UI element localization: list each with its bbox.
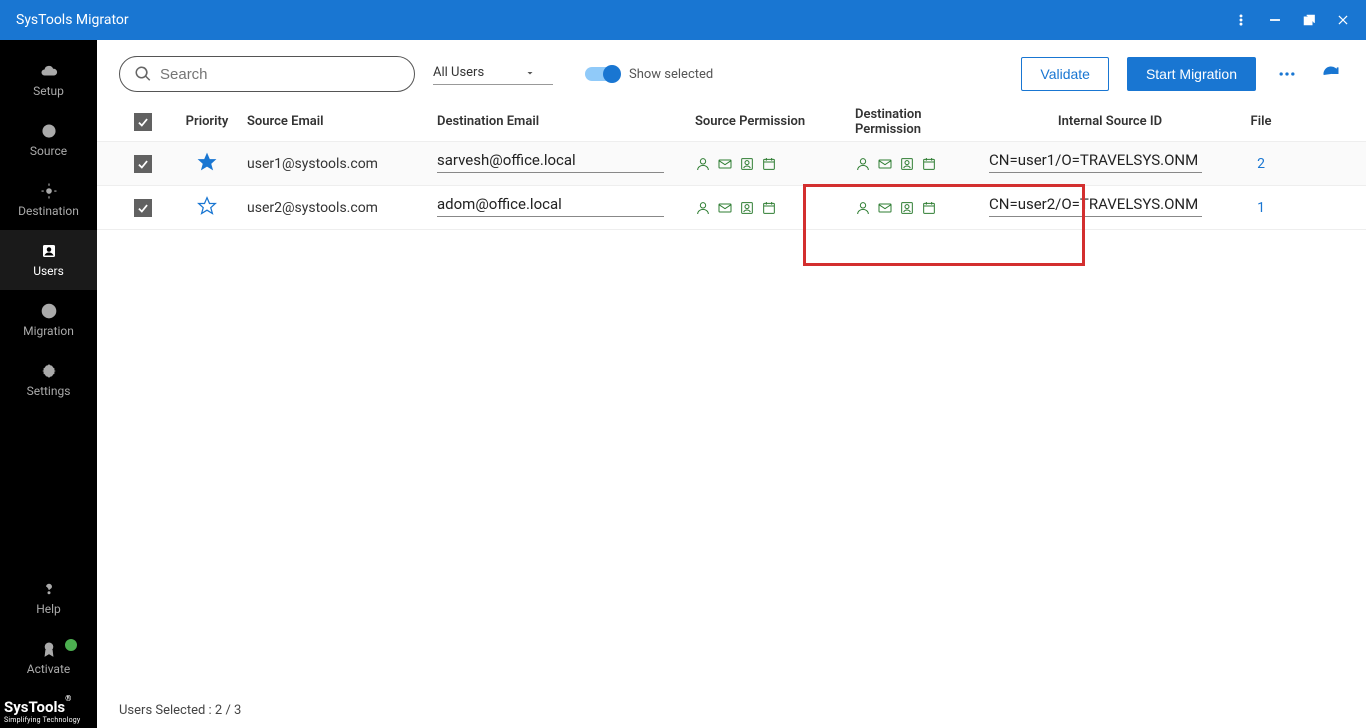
filter-dropdown[interactable]: All Users (433, 63, 553, 85)
permission-icons (695, 200, 777, 216)
sidebar-item-activate[interactable]: Activate (0, 628, 97, 688)
mail-icon (877, 200, 893, 216)
search-input[interactable] (119, 56, 415, 92)
calendar-icon (921, 156, 937, 172)
cell-internal-id[interactable]: CN=user2/O=TRAVELSYS.ONM (989, 195, 1202, 217)
source-icon (40, 122, 58, 140)
cell-source-permission (695, 156, 855, 172)
refresh-button[interactable] (1318, 64, 1344, 84)
dropdown-value: All Users (433, 65, 484, 80)
app-title: SysTools Migrator (16, 12, 1234, 28)
mail-icon (877, 156, 893, 172)
row-checkbox[interactable] (134, 155, 152, 173)
clock-icon (40, 302, 58, 320)
sidebar-item-setup[interactable]: Setup (0, 50, 97, 110)
badge-icon (40, 640, 58, 658)
minimize-icon[interactable] (1268, 13, 1282, 27)
calendar-icon (921, 200, 937, 216)
cell-destination-email[interactable]: adom@office.local (437, 195, 664, 217)
cell-destination-permission (855, 200, 989, 216)
table-header: Priority Source Email Destination Email … (97, 102, 1366, 142)
maximize-icon[interactable] (1302, 13, 1316, 27)
cell-internal-id[interactable]: CN=user1/O=TRAVELSYS.ONM (989, 151, 1202, 173)
select-all-checkbox[interactable] (134, 113, 152, 131)
more-options-button[interactable] (1274, 64, 1300, 84)
col-source-permission-header[interactable]: Source Permission (695, 114, 855, 129)
sidebar-item-label: Migration (23, 324, 74, 338)
sidebar: Setup Source Destination Users Migration… (0, 40, 97, 728)
col-file-header[interactable]: File (1231, 114, 1291, 129)
col-destination-email-header[interactable]: Destination Email (437, 114, 695, 129)
cell-source-email: user2@systools.com (247, 200, 437, 216)
brand-logo: SysTools® Simplifying Technology (0, 688, 97, 728)
person-icon (855, 200, 871, 216)
toolbar: All Users Show selected Validate Start M… (97, 40, 1366, 102)
cell-source-permission (695, 200, 855, 216)
contact-icon (739, 156, 755, 172)
sidebar-item-label: Settings (27, 384, 71, 398)
sidebar-item-label: Users (33, 264, 64, 278)
destination-icon (40, 182, 58, 200)
cell-file-count[interactable]: 1 (1231, 200, 1291, 216)
contact-icon (739, 200, 755, 216)
sidebar-item-help[interactable]: Help (0, 568, 97, 628)
col-priority-header[interactable]: Priority (167, 114, 247, 129)
table-row[interactable]: user2@systools.com adom@office.local CN=… (97, 186, 1366, 230)
sidebar-item-settings[interactable]: Settings (0, 350, 97, 410)
sidebar-item-label: Source (30, 144, 67, 158)
show-selected-toggle[interactable] (585, 67, 619, 81)
cell-file-count[interactable]: 2 (1231, 156, 1291, 172)
contact-icon (899, 200, 915, 216)
sidebar-item-label: Setup (33, 84, 64, 98)
selection-status: Users Selected : 2 / 3 (119, 703, 241, 718)
start-migration-button[interactable]: Start Migration (1127, 57, 1256, 91)
search-icon (134, 65, 152, 83)
col-internal-id-header[interactable]: Internal Source ID (989, 114, 1231, 129)
star-filled-icon[interactable] (197, 152, 217, 176)
help-icon (40, 580, 58, 598)
search-field[interactable] (160, 66, 400, 83)
calendar-icon (761, 156, 777, 172)
cell-destination-permission (855, 156, 989, 172)
calendar-icon (761, 200, 777, 216)
users-icon (40, 242, 58, 260)
mail-icon (717, 156, 733, 172)
permission-icons (855, 156, 937, 172)
status-dot-icon (64, 638, 78, 652)
chevron-down-icon (524, 67, 536, 79)
sidebar-item-users[interactable]: Users (0, 230, 97, 290)
person-icon (695, 156, 711, 172)
close-icon[interactable] (1336, 13, 1350, 27)
permission-icons (695, 156, 777, 172)
col-source-email-header[interactable]: Source Email (247, 114, 437, 129)
person-icon (855, 156, 871, 172)
contact-icon (899, 156, 915, 172)
gear-icon (40, 362, 58, 380)
person-icon (695, 200, 711, 216)
star-outline-icon[interactable] (197, 196, 217, 220)
row-checkbox[interactable] (134, 199, 152, 217)
permission-icons (855, 200, 937, 216)
cell-source-email: user1@systools.com (247, 156, 437, 172)
titlebar: SysTools Migrator (0, 0, 1366, 40)
sidebar-item-source[interactable]: Source (0, 110, 97, 170)
cloud-icon (40, 62, 58, 80)
sidebar-item-label: Activate (27, 662, 71, 676)
kebab-menu-icon[interactable] (1234, 13, 1248, 27)
titlebar-controls (1234, 13, 1350, 27)
toggle-label: Show selected (629, 67, 713, 82)
mail-icon (717, 200, 733, 216)
cell-destination-email[interactable]: sarvesh@office.local (437, 151, 664, 173)
content-area: All Users Show selected Validate Start M… (97, 40, 1366, 728)
sidebar-item-destination[interactable]: Destination (0, 170, 97, 230)
table-row[interactable]: user1@systools.com sarvesh@office.local … (97, 142, 1366, 186)
col-destination-permission-header[interactable]: Destination Permission (855, 107, 989, 137)
sidebar-item-migration[interactable]: Migration (0, 290, 97, 350)
table-body: user1@systools.com sarvesh@office.local … (97, 142, 1366, 230)
sidebar-item-label: Destination (18, 204, 79, 218)
validate-button[interactable]: Validate (1021, 57, 1109, 91)
sidebar-item-label: Help (36, 602, 61, 616)
